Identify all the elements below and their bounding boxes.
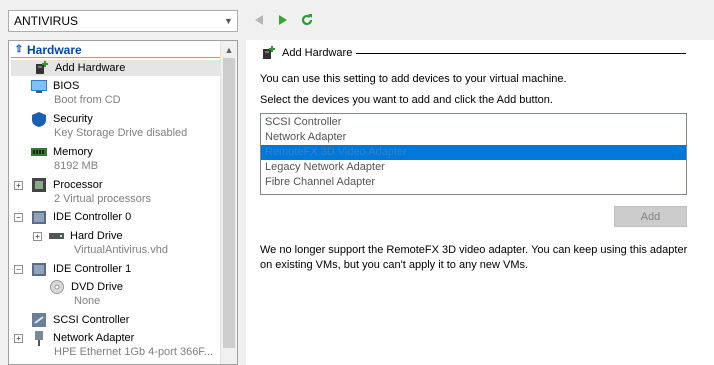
- group-divider: [356, 53, 686, 54]
- refresh-icon[interactable]: [298, 11, 316, 29]
- expand-icon[interactable]: +: [14, 333, 23, 343]
- shield-icon: [31, 111, 47, 127]
- memory-icon: [31, 145, 47, 159]
- expand-icon[interactable]: +: [33, 231, 42, 241]
- group-header: Add Hardware: [260, 46, 352, 60]
- tree-item-memory[interactable]: Memory: [9, 144, 93, 160]
- scroll-up-icon[interactable]: ▲: [221, 41, 237, 58]
- tree-item-network-adapter[interactable]: + Network Adapter: [9, 330, 134, 346]
- collapse-chevron-icon[interactable]: ⇧: [11, 44, 27, 55]
- add-hardware-panel: Add Hardware You can use this setting to…: [246, 40, 714, 365]
- ide-controller-icon: [31, 210, 47, 224]
- tree-item-ide-controller-0[interactable]: − IDE Controller 0: [9, 209, 131, 225]
- forward-arrow-icon[interactable]: [274, 11, 292, 29]
- list-item-selected[interactable]: RemoteFX 3D Video Adapter: [261, 145, 686, 160]
- add-hardware-icon: [260, 46, 276, 60]
- instruction-text: Select the devices you want to add and c…: [260, 94, 553, 106]
- processor-detail: 2 Virtual processors: [54, 193, 152, 205]
- list-item[interactable]: Network Adapter: [261, 130, 686, 145]
- tree-item-hard-drive[interactable]: + Hard Drive: [9, 228, 123, 244]
- network-adapter-icon: [31, 330, 47, 346]
- remotefx-deprecation-note: We no longer support the RemoteFX 3D vid…: [260, 244, 688, 271]
- bios-icon: [31, 79, 47, 93]
- hardware-section-header[interactable]: ⇧ Hardware: [11, 42, 220, 58]
- dvd-drive-detail: None: [74, 295, 101, 307]
- network-adapter-detail: HPE Ethernet 1Gb 4-port 366F...: [54, 346, 213, 358]
- memory-detail: 8192 MB: [54, 160, 99, 172]
- tree-item-security[interactable]: Security: [9, 111, 93, 127]
- list-item[interactable]: SCSI Controller: [261, 115, 686, 130]
- tree-item-ide-controller-1[interactable]: − IDE Controller 1: [9, 261, 131, 277]
- add-hardware-icon: [33, 61, 49, 75]
- processor-icon: [31, 178, 47, 192]
- bios-detail: Boot from CD: [54, 94, 121, 106]
- scsi-controller-icon: [31, 313, 47, 327]
- vm-selector[interactable]: ANTIVIRUS ▼: [8, 10, 238, 32]
- back-arrow-icon[interactable]: [250, 11, 268, 29]
- tree-item-add-hardware[interactable]: Add Hardware: [11, 60, 220, 76]
- device-list[interactable]: SCSI Controller Network Adapter RemoteFX…: [260, 113, 687, 195]
- chevron-down-icon[interactable]: ▼: [220, 11, 237, 31]
- toolbar: [250, 11, 316, 29]
- intro-text: You can use this setting to add devices …: [260, 73, 567, 85]
- hardware-tree: ⇧ Hardware Add Hardware BIOS Boot from C…: [8, 40, 238, 365]
- ide-controller-icon: [31, 262, 47, 276]
- panel-title: Add Hardware: [282, 47, 353, 59]
- vm-selector-value: ANTIVIRUS: [14, 14, 79, 28]
- expand-icon[interactable]: +: [14, 180, 23, 190]
- scrollbar-thumb[interactable]: [223, 58, 235, 348]
- tree-item-dvd-drive[interactable]: DVD Drive: [9, 279, 123, 295]
- collapse-icon[interactable]: −: [14, 264, 23, 274]
- tree-scrollbar[interactable]: ▲: [220, 41, 237, 364]
- section-title: Hardware: [27, 42, 82, 57]
- tree-item-processor[interactable]: + Processor: [9, 177, 103, 193]
- tree-item-bios[interactable]: BIOS: [9, 78, 79, 94]
- tree-item-scsi-controller[interactable]: SCSI Controller: [9, 312, 129, 328]
- dvd-icon: [49, 280, 65, 294]
- hard-drive-icon: [48, 229, 64, 243]
- list-item[interactable]: Fibre Channel Adapter: [261, 175, 686, 190]
- add-button[interactable]: Add: [614, 206, 687, 227]
- security-detail: Key Storage Drive disabled: [54, 127, 188, 139]
- collapse-icon[interactable]: −: [14, 212, 23, 222]
- hard-drive-detail: VirtualAntivirus.vhd: [74, 244, 168, 256]
- list-item[interactable]: Legacy Network Adapter: [261, 160, 686, 175]
